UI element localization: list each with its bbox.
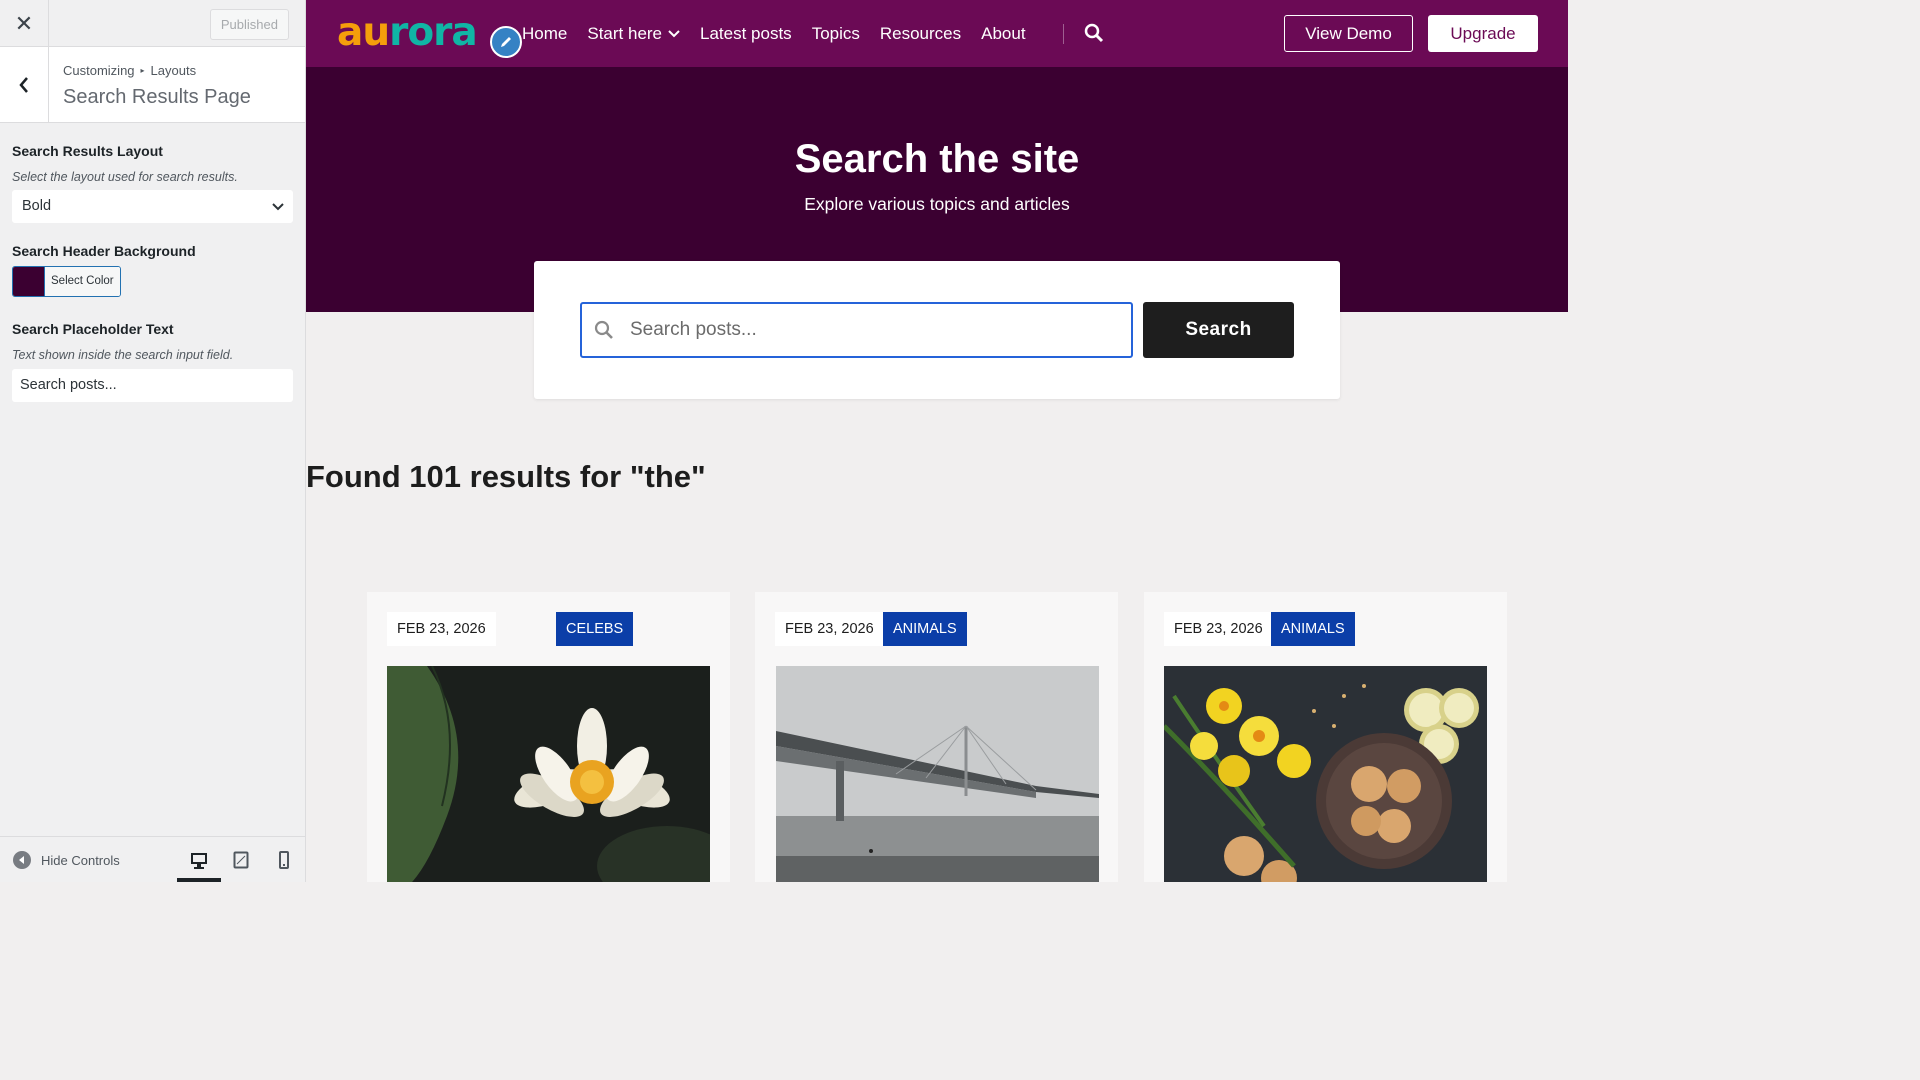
nav-divider	[1063, 24, 1064, 44]
hero-subtitle: Explore various topics and articles	[804, 194, 1070, 214]
back-button[interactable]	[0, 47, 49, 122]
search-submit-button[interactable]: Search	[1143, 302, 1294, 358]
desktop-preview-button[interactable]	[188, 849, 210, 871]
select-color-label: Select Color	[45, 267, 120, 296]
layout-select[interactable]: Bold	[12, 190, 293, 223]
site-header: aurora Home Start here Latest posts Topi…	[306, 0, 1568, 67]
breadcrumb-separator-icon: ▸	[140, 66, 145, 75]
hero-title: Search the site	[794, 137, 1080, 181]
desktop-icon	[191, 852, 207, 869]
nav-topics[interactable]: Topics	[812, 24, 860, 44]
post-date: FEB 23, 2026	[775, 612, 884, 646]
search-input[interactable]: Search posts...	[580, 302, 1133, 358]
post-image[interactable]	[776, 666, 1099, 882]
post-image[interactable]	[1164, 666, 1487, 882]
post-image[interactable]	[387, 666, 710, 882]
post-card: FEB 23, 2026 ANIMALS	[1144, 592, 1507, 882]
customizer-footer: Hide Controls	[0, 836, 305, 882]
site-logo[interactable]: aurora	[337, 10, 478, 55]
breadcrumb-root: Customizing	[63, 63, 135, 78]
section-header: Customizing ▸ Layouts Search Results Page	[0, 47, 305, 123]
layout-label: Search Results Layout	[12, 143, 163, 159]
customizer-header: ✕ Published	[0, 0, 305, 47]
search-placeholder: Search posts...	[630, 319, 757, 340]
collapse-icon	[13, 851, 31, 869]
site-preview: aurora Home Start here Latest posts Topi…	[306, 0, 1568, 882]
placeholder-label: Search Placeholder Text	[12, 321, 174, 337]
layout-select-value: Bold	[22, 198, 52, 214]
mobile-preview-button[interactable]	[273, 849, 295, 871]
hide-controls-button[interactable]: Hide Controls	[13, 851, 120, 869]
upgrade-button[interactable]: Upgrade	[1428, 15, 1538, 52]
post-category[interactable]: CELEBS	[556, 612, 634, 646]
header-search-button[interactable]	[1084, 23, 1104, 48]
nav-start-here-label: Start here	[587, 23, 663, 43]
post-date: FEB 23, 2026	[1164, 612, 1273, 646]
color-swatch	[13, 267, 45, 296]
nav-latest-posts[interactable]: Latest posts	[700, 24, 792, 44]
chevron-down-icon	[271, 191, 285, 222]
placeholder-text-input[interactable]: Search posts...	[12, 369, 293, 402]
tablet-preview-button[interactable]	[230, 849, 252, 871]
post-card: FEB 23, 2026 ANIMALS	[755, 592, 1118, 882]
post-category[interactable]: ANIMALS	[883, 612, 967, 646]
nav-about[interactable]: About	[981, 24, 1025, 44]
controls-list: Search Results Layout Select the layout …	[0, 143, 305, 402]
post-card: FEB 23, 2026 CELEBS	[367, 592, 730, 882]
pencil-icon	[501, 37, 511, 47]
search-icon	[594, 320, 613, 339]
mobile-icon	[279, 851, 289, 869]
chevron-left-icon	[19, 76, 28, 93]
layout-description: Select the layout used for search result…	[12, 170, 238, 184]
search-form-card: Search posts... Search	[534, 261, 1340, 399]
hide-controls-label: Hide Controls	[41, 852, 120, 868]
view-demo-button[interactable]: View Demo	[1284, 15, 1413, 52]
header-bg-label: Search Header Background	[12, 243, 196, 259]
published-button[interactable]: Published	[209, 9, 289, 40]
placeholder-description: Text shown inside the search input field…	[12, 348, 234, 362]
results-heading: Found 101 results for "the"	[306, 459, 706, 494]
active-device-indicator	[177, 878, 221, 882]
close-icon: ✕	[14, 10, 34, 36]
close-customizer-button[interactable]: ✕	[0, 0, 49, 47]
panel-title: Search Results Page	[63, 86, 251, 108]
edit-shortcut-button[interactable]	[490, 26, 522, 58]
main-nav: Home Start here Latest posts Topics Reso…	[522, 0, 1046, 67]
chevron-down-icon	[668, 29, 680, 37]
search-icon	[1084, 23, 1104, 43]
tablet-icon	[233, 851, 249, 869]
post-date: FEB 23, 2026	[387, 612, 496, 646]
color-picker-button[interactable]: Select Color	[12, 266, 121, 297]
nav-resources[interactable]: Resources	[880, 24, 961, 44]
nav-start-here[interactable]: Start here	[587, 24, 680, 44]
logo-part-2: rora	[389, 10, 478, 55]
breadcrumb-section: Layouts	[150, 63, 197, 78]
nav-home[interactable]: Home	[522, 24, 567, 44]
logo-part-1: au	[337, 10, 390, 55]
customizer-sidebar: ✕ Published Customizing ▸ Layouts Search R…	[0, 0, 306, 882]
breadcrumb: Customizing ▸ Layouts	[63, 63, 196, 78]
post-category[interactable]: ANIMALS	[1271, 612, 1355, 646]
